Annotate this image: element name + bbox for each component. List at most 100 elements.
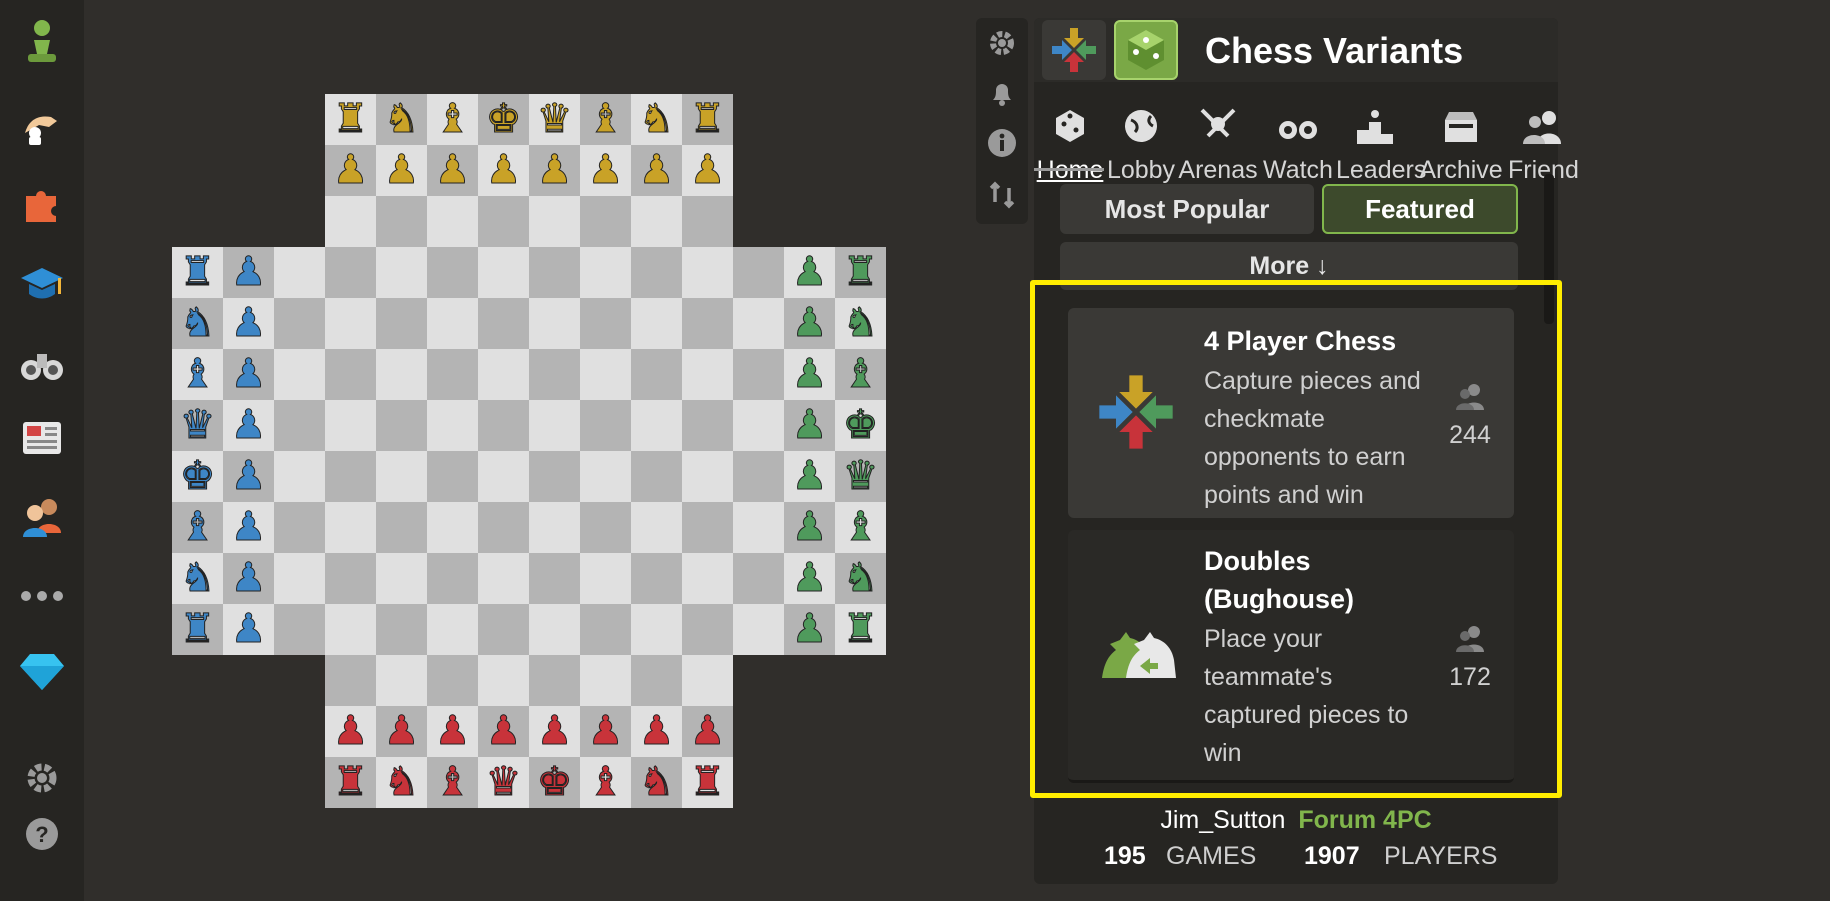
news-icon[interactable] <box>18 414 66 462</box>
variant-card-4-player-chess[interactable]: 4 Player Chess Capture pieces and checkm… <box>1068 308 1514 518</box>
board-square[interactable] <box>529 196 580 247</box>
more-icon[interactable] <box>18 572 66 620</box>
board-square[interactable]: ♟ <box>580 145 631 196</box>
board-square[interactable] <box>325 451 376 502</box>
social-icon[interactable] <box>18 492 66 540</box>
board-square[interactable]: ♟ <box>784 553 835 604</box>
board-square[interactable] <box>733 349 784 400</box>
chess-piece[interactable]: ♚ <box>179 455 216 496</box>
board-square[interactable]: ♛ <box>478 757 529 808</box>
board-square[interactable] <box>682 604 733 655</box>
board-square[interactable] <box>478 349 529 400</box>
board-square[interactable] <box>427 247 478 298</box>
chess-piece[interactable]: ♟ <box>791 353 828 394</box>
board-square[interactable]: ♝ <box>172 502 223 553</box>
board-square[interactable]: ♞ <box>172 553 223 604</box>
board-square[interactable]: ♜ <box>682 94 733 145</box>
board-square[interactable]: ♞ <box>835 553 886 604</box>
chess-piece[interactable]: ♝ <box>842 353 879 394</box>
board-square[interactable] <box>325 247 376 298</box>
info-icon[interactable] <box>987 128 1017 158</box>
board-square[interactable] <box>427 298 478 349</box>
board-square[interactable]: ♟ <box>427 145 478 196</box>
chess-piece[interactable]: ♞ <box>638 98 675 139</box>
board-square[interactable] <box>580 349 631 400</box>
board-square[interactable]: ♜ <box>325 94 376 145</box>
board-square[interactable] <box>427 196 478 247</box>
help-icon[interactable]: ? <box>18 810 66 858</box>
board-square[interactable] <box>682 553 733 604</box>
board-square[interactable]: ♜ <box>835 604 886 655</box>
chess-piece[interactable]: ♟ <box>791 455 828 496</box>
play-icon[interactable] <box>18 102 66 150</box>
board-square[interactable]: ♟ <box>427 706 478 757</box>
board-square[interactable] <box>682 502 733 553</box>
chess-piece[interactable]: ♟ <box>332 149 369 190</box>
chess-piece[interactable]: ♟ <box>638 710 675 751</box>
board-square[interactable] <box>427 400 478 451</box>
board-square[interactable] <box>478 400 529 451</box>
board-square[interactable] <box>427 451 478 502</box>
board-square[interactable]: ♛ <box>172 400 223 451</box>
board-square[interactable] <box>376 349 427 400</box>
board-square[interactable]: ♞ <box>376 757 427 808</box>
chess-piece[interactable]: ♜ <box>332 98 369 139</box>
board-square[interactable] <box>631 400 682 451</box>
board-square[interactable] <box>376 604 427 655</box>
board-square[interactable]: ♟ <box>529 706 580 757</box>
board-square[interactable]: ♝ <box>172 349 223 400</box>
variant-card-bughouse[interactable]: Doubles (Bughouse) Place your teammate's… <box>1068 530 1514 783</box>
chess-piece[interactable]: ♟ <box>536 710 573 751</box>
board-square[interactable]: ♟ <box>580 706 631 757</box>
board-square[interactable] <box>580 502 631 553</box>
board-square[interactable]: ♟ <box>376 706 427 757</box>
board-square[interactable]: ♞ <box>631 94 682 145</box>
chess-piece[interactable]: ♟ <box>434 149 471 190</box>
watch-icon[interactable] <box>18 340 66 388</box>
board-square[interactable]: ♚ <box>529 757 580 808</box>
board-square[interactable] <box>631 502 682 553</box>
chess-piece[interactable]: ♞ <box>383 98 420 139</box>
board-square[interactable] <box>478 298 529 349</box>
board-square[interactable] <box>580 604 631 655</box>
tab-home[interactable]: Home <box>1034 88 1106 188</box>
board-square[interactable] <box>274 604 325 655</box>
chess-piece[interactable]: ♛ <box>536 98 573 139</box>
board-square[interactable] <box>631 655 682 706</box>
more-button[interactable]: More ↓ <box>1060 242 1518 290</box>
chess-piece[interactable]: ♝ <box>179 353 216 394</box>
chess-piece[interactable]: ♟ <box>230 455 267 496</box>
board-square[interactable] <box>274 451 325 502</box>
board-square[interactable] <box>580 553 631 604</box>
board-square[interactable] <box>325 400 376 451</box>
chess-piece[interactable]: ♟ <box>689 149 726 190</box>
chess-piece[interactable]: ♟ <box>791 608 828 649</box>
board-square[interactable]: ♛ <box>835 451 886 502</box>
chess-piece[interactable]: ♝ <box>587 98 624 139</box>
board-square[interactable]: ♟ <box>223 400 274 451</box>
board-square[interactable]: ♝ <box>835 349 886 400</box>
board-square[interactable] <box>682 400 733 451</box>
most-popular-button[interactable]: Most Popular <box>1060 184 1314 234</box>
board-square[interactable]: ♟ <box>682 145 733 196</box>
board-square[interactable]: ♟ <box>529 145 580 196</box>
notifications-bell-icon[interactable] <box>987 78 1017 108</box>
board-square[interactable] <box>478 196 529 247</box>
board-square[interactable]: ♟ <box>223 451 274 502</box>
chess-piece[interactable]: ♚ <box>536 761 573 802</box>
board-square[interactable]: ♛ <box>529 94 580 145</box>
board-square[interactable] <box>580 451 631 502</box>
board-square[interactable] <box>274 247 325 298</box>
board-square[interactable] <box>682 196 733 247</box>
board-square[interactable]: ♟ <box>682 706 733 757</box>
board-square[interactable] <box>274 349 325 400</box>
chess-piece[interactable]: ♟ <box>485 149 522 190</box>
board-square[interactable] <box>325 502 376 553</box>
board-square[interactable] <box>274 502 325 553</box>
board-square[interactable]: ♟ <box>784 604 835 655</box>
board-square[interactable] <box>529 553 580 604</box>
board-square[interactable] <box>580 196 631 247</box>
chess-piece[interactable]: ♟ <box>587 710 624 751</box>
chess-piece[interactable]: ♟ <box>383 149 420 190</box>
board-square[interactable] <box>376 451 427 502</box>
